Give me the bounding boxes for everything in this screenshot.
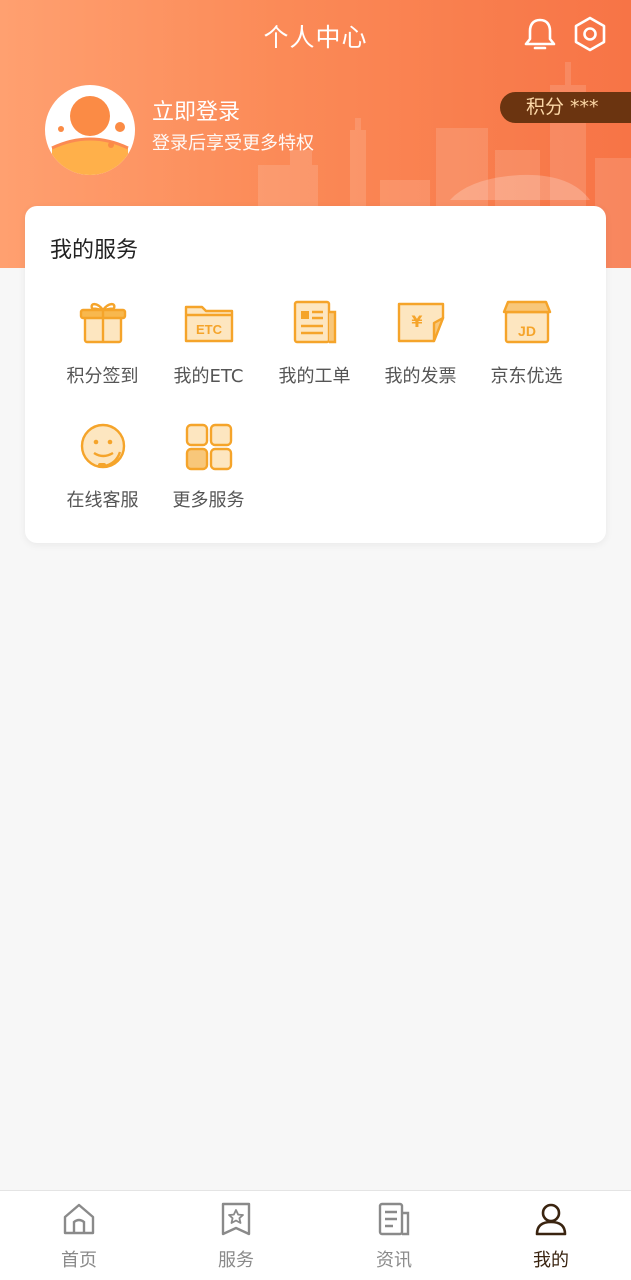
user-icon — [535, 1203, 567, 1236]
svg-text:ETC: ETC — [196, 322, 223, 337]
bell-icon[interactable] — [520, 14, 560, 54]
service-label: 更多服务 — [172, 490, 245, 511]
jd-store-icon: JD — [502, 300, 551, 344]
services-title: 我的服务 — [50, 238, 139, 263]
service-points-checkin[interactable]: 积分签到 — [49, 296, 156, 388]
settings-icon[interactable] — [570, 14, 610, 54]
tab-news[interactable]: 资讯 — [344, 1201, 444, 1272]
service-label: 我的ETC — [173, 366, 244, 387]
tab-mine[interactable]: 我的 — [501, 1201, 601, 1272]
svg-text:JD: JD — [518, 323, 536, 339]
service-label: 在线客服 — [66, 490, 139, 511]
tab-home[interactable]: 首页 — [29, 1201, 129, 1272]
service-jd-selection[interactable]: JD 京东优选 — [473, 296, 580, 388]
avatar[interactable] — [45, 85, 135, 175]
service-label: 我的发票 — [384, 366, 457, 387]
invoice-icon: ¥ — [397, 302, 444, 343]
etc-folder-icon: ETC — [184, 305, 233, 343]
service-bookmark-icon — [221, 1202, 251, 1236]
tab-label: 首页 — [61, 1250, 97, 1271]
login-subtitle: 登录后享受更多特权 — [152, 133, 314, 154]
news-icon — [378, 1202, 410, 1236]
service-label: 积分签到 — [66, 366, 139, 387]
service-label: 我的工单 — [278, 366, 351, 387]
customer-service-icon — [80, 423, 125, 469]
service-work-order[interactable]: 我的工单 — [261, 296, 368, 388]
service-online-support[interactable]: 在线客服 — [49, 420, 156, 512]
home-icon — [63, 1203, 95, 1235]
service-more[interactable]: 更多服务 — [155, 420, 262, 512]
tab-label: 我的 — [533, 1250, 569, 1271]
gift-icon — [79, 302, 126, 344]
points-badge[interactable]: 积分 *** — [500, 92, 631, 123]
more-grid-icon — [185, 423, 232, 471]
tab-label: 资讯 — [376, 1250, 412, 1271]
tab-label: 服务 — [218, 1250, 254, 1271]
my-services-card: 我的服务 积分签到 ETC 我的ETC 我的工单 ¥ 我的发票 JD 京东优选 … — [25, 206, 606, 543]
login-title[interactable]: 立即登录 — [152, 94, 240, 126]
service-my-etc[interactable]: ETC 我的ETC — [155, 296, 262, 388]
service-label: 京东优选 — [490, 366, 563, 387]
svg-text:¥: ¥ — [411, 312, 422, 331]
service-invoice[interactable]: ¥ 我的发票 — [367, 296, 474, 388]
tab-services[interactable]: 服务 — [186, 1201, 286, 1272]
work-order-icon — [293, 300, 336, 344]
bottom-tab-bar: 首页 服务 资讯 我的 — [0, 1190, 631, 1280]
